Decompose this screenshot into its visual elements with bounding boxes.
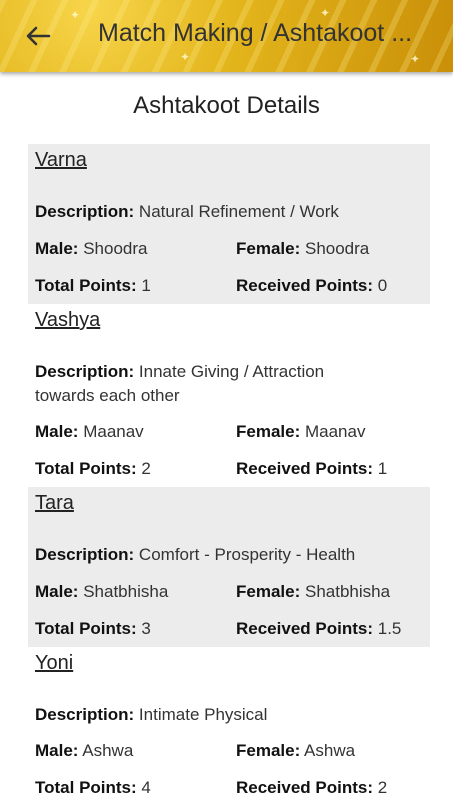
arrow-left-icon [26, 26, 51, 46]
total-points-value: 1 [141, 276, 151, 295]
female-label: Female: [236, 239, 301, 258]
received-points-value: 1 [377, 459, 388, 478]
received-points-label: Received Points: [236, 778, 373, 797]
total-points-label: Total Points: [35, 778, 137, 797]
received-points-value: 1.5 [377, 619, 402, 638]
total-points-row: Total Points: 4 [35, 776, 151, 800]
koota-card-varna: Varna Description: Natural Refinement / … [28, 144, 430, 304]
female-row: Female: Maanav [236, 420, 365, 444]
description-value: Natural Refinement / Work [138, 202, 339, 221]
received-points-row: Received Points: 1.5 [236, 617, 401, 641]
male-value: Ashwa [82, 741, 134, 760]
total-points-label: Total Points: [35, 276, 137, 295]
total-points-label: Total Points: [35, 619, 137, 638]
app-bar-title: Match Making / Ashtakoot ... [98, 19, 413, 47]
received-points-row: Received Points: 2 [236, 776, 387, 800]
koota-title[interactable]: Tara [35, 492, 74, 515]
male-row: Male: Ashwa [35, 739, 133, 763]
description-label: Description: [35, 705, 135, 724]
sparkle-icon: ✦ [180, 50, 191, 64]
description-row: Description: Natural Refinement / Work [35, 200, 339, 224]
male-value: Maanav [83, 422, 144, 441]
male-label: Male: [35, 239, 79, 258]
female-row: Female: Shoodra [236, 237, 369, 261]
koota-card-vashya: Vashya Description: Innate Giving / Attr… [28, 304, 430, 487]
received-points-row: Received Points: 1 [236, 457, 387, 481]
female-row: Female: Ashwa [236, 739, 355, 763]
total-points-label: Total Points: [35, 459, 137, 478]
description-row: Description: Comfort - Prosperity - Heal… [35, 543, 355, 567]
female-label: Female: [236, 422, 301, 441]
male-label: Male: [35, 582, 79, 601]
female-value: Shoodra [304, 239, 370, 258]
total-points-row: Total Points: 1 [35, 274, 151, 298]
male-row: Male: Shatbhisha [35, 580, 168, 604]
female-label: Female: [236, 741, 301, 760]
received-points-label: Received Points: [236, 619, 373, 638]
sparkle-icon: ✦ [410, 52, 421, 66]
received-points-value: 0 [377, 276, 388, 295]
female-value: Ashwa [304, 741, 356, 760]
male-row: Male: Shoodra [35, 237, 147, 261]
male-value: Shatbhisha [83, 582, 169, 601]
description-row: Description: Intimate Physical [35, 703, 267, 727]
koota-card-tara: Tara Description: Comfort - Prosperity -… [28, 487, 430, 647]
received-points-row: Received Points: 0 [236, 274, 387, 298]
female-row: Female: Shatbhisha [236, 580, 390, 604]
sparkle-icon: ✦ [320, 6, 331, 20]
received-points-label: Received Points: [236, 459, 373, 478]
back-button[interactable] [18, 18, 58, 54]
male-value: Shoodra [83, 239, 148, 258]
description-row: Description: Innate Giving / Attraction … [35, 360, 375, 408]
description-label: Description: [35, 202, 135, 221]
female-value: Shatbhisha [304, 582, 391, 601]
male-label: Male: [35, 741, 79, 760]
male-label: Male: [35, 422, 79, 441]
received-points-label: Received Points: [236, 276, 373, 295]
total-points-row: Total Points: 2 [35, 457, 151, 481]
koota-title[interactable]: Varna [35, 149, 87, 172]
app-bar: ✦ ✦ ✦ ✦ Match Making / Ashtakoot ... [0, 0, 453, 72]
description-value: Comfort - Prosperity - Health [138, 545, 356, 564]
female-value: Maanav [304, 422, 366, 441]
koota-title[interactable]: Vashya [35, 309, 100, 332]
female-label: Female: [236, 582, 301, 601]
koota-title[interactable]: Yoni [35, 652, 73, 675]
sparkle-icon: ✦ [70, 8, 81, 22]
male-row: Male: Maanav [35, 420, 144, 444]
page-heading: Ashtakoot Details [133, 92, 320, 119]
description-value: Intimate Physical [138, 705, 268, 724]
description-label: Description: [35, 362, 135, 381]
total-points-value: 4 [141, 778, 151, 797]
received-points-value: 2 [377, 778, 388, 797]
total-points-value: 2 [141, 459, 151, 478]
total-points-row: Total Points: 3 [35, 617, 151, 641]
koota-card-yoni: Yoni Description: Intimate Physical Male… [28, 647, 430, 800]
description-label: Description: [35, 545, 135, 564]
total-points-value: 3 [141, 619, 151, 638]
